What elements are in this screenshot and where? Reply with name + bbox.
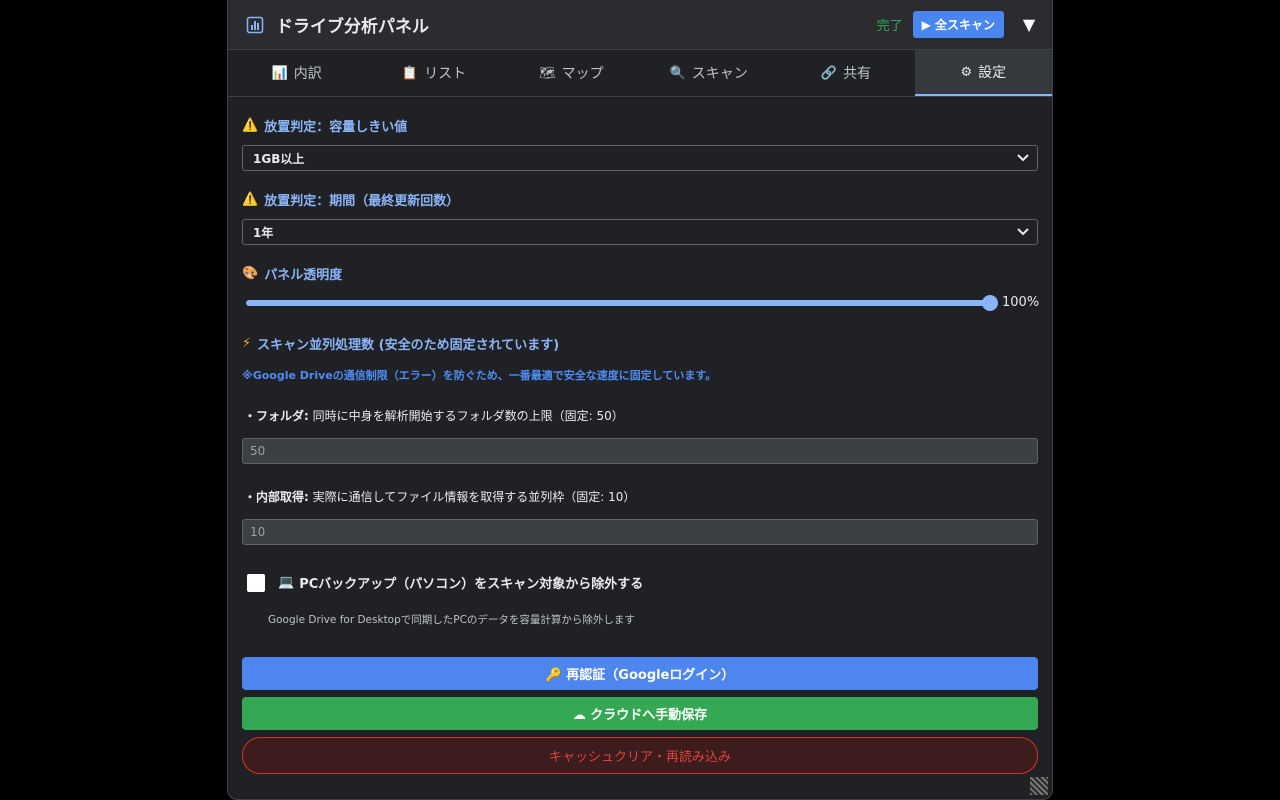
tab-map[interactable]: 🗺 マップ xyxy=(503,50,640,96)
tab-list[interactable]: 📋 リスト xyxy=(365,50,502,96)
internal-limit-label: ・内部取得: 実際に通信してファイル情報を取得する並列枠（固定: 10） xyxy=(244,488,1038,505)
opacity-label: 🎨 パネル透明度 xyxy=(242,264,1038,283)
folder-limit-label-bold: ・フォルダ: xyxy=(244,409,309,423)
concurrency-label-text: スキャン並列処理数 (安全のため固定されています) xyxy=(257,338,560,353)
tab-label: リスト xyxy=(424,66,467,82)
resize-handle[interactable] xyxy=(1030,777,1048,795)
folder-limit-input: 50 xyxy=(242,438,1038,464)
period-label-text: 放置判定：期間（最終更新回数） xyxy=(264,194,460,209)
warning-icon: ⚠️ xyxy=(242,118,259,133)
laptop-icon: 💻 xyxy=(278,575,295,590)
concurrency-label: ⚡ スキャン並列処理数 (安全のため固定されています) xyxy=(242,334,1038,353)
link-icon: 🔗 xyxy=(820,65,838,81)
opacity-value: 100% xyxy=(1002,295,1040,310)
period-value: 1年 xyxy=(253,225,274,240)
panel-header[interactable]: ドライブ分析パネル 完了 ▶ 全スキャン ▼ xyxy=(228,0,1052,50)
size-threshold-label-text: 放置判定：容量しきい値 xyxy=(264,120,408,135)
chart-icon: 📊 xyxy=(271,65,288,81)
folder-limit-label: ・フォルダ: 同時に中身を解析開始するフォルダ数の上限（固定: 50） xyxy=(244,407,1038,424)
tab-label: 共有 xyxy=(843,66,872,82)
period-select[interactable]: 1年 xyxy=(242,219,1038,245)
map-icon: 🗺 xyxy=(539,65,556,81)
exclude-pc-row: 💻 PCバックアップ（パソコン）をスキャン対象から除外する xyxy=(247,573,1038,592)
lightning-icon: ⚡ xyxy=(242,336,252,351)
exclude-pc-hint: Google Drive for Desktopで同期したPCのデータを容量計算… xyxy=(268,614,635,626)
concurrency-note: ※Google Driveの通信制限（エラー）を防ぐため、一番最適で安全な速度に… xyxy=(242,369,717,382)
bar-chart-icon xyxy=(246,16,264,34)
folder-limit-label-rest: 同時に中身を解析開始するフォルダ数の上限（固定: 50） xyxy=(308,409,624,423)
clipboard-icon: 📋 xyxy=(401,65,419,81)
internal-limit-label-bold: ・内部取得: xyxy=(244,490,309,504)
opacity-label-text: パネル透明度 xyxy=(264,268,343,283)
tab-label: マップ xyxy=(561,66,604,82)
gear-icon: ⚙ xyxy=(960,64,973,80)
status-text: 完了 xyxy=(876,19,903,34)
tab-share[interactable]: 🔗 共有 xyxy=(777,50,914,96)
drive-analysis-panel: ドライブ分析パネル 完了 ▶ 全スキャン ▼ 📊 内訳 📋 リスト 🗺 マップ … xyxy=(227,0,1053,800)
tab-scan[interactable]: 🔍 スキャン xyxy=(640,50,777,96)
tab-label: スキャン xyxy=(691,66,748,82)
tab-settings[interactable]: ⚙ 設定 xyxy=(914,50,1052,96)
chevron-down-icon xyxy=(1017,228,1029,236)
chevron-down-icon xyxy=(1017,154,1029,162)
panel-title: ドライブ分析パネル xyxy=(276,17,429,37)
opacity-slider[interactable] xyxy=(246,294,998,311)
full-scan-button[interactable]: ▶ 全スキャン xyxy=(912,11,1004,38)
size-threshold-value: 1GB以上 xyxy=(253,151,305,166)
cloud-save-button[interactable]: ☁ クラウドへ手動保存 xyxy=(242,697,1038,730)
warning-icon: ⚠️ xyxy=(242,192,259,207)
collapse-toggle[interactable]: ▼ xyxy=(1020,15,1038,34)
exclude-pc-label-text: PCバックアップ（パソコン）をスキャン対象から除外する xyxy=(299,577,644,592)
magnifier-icon: 🔍 xyxy=(669,65,686,81)
exclude-pc-label[interactable]: 💻 PCバックアップ（パソコン）をスキャン対象から除外する xyxy=(278,573,643,592)
internal-limit-label-rest: 実際に通信してファイル情報を取得する並列枠（固定: 10） xyxy=(308,490,636,504)
opacity-slider-row: 100% xyxy=(242,294,1040,311)
tab-label: 設定 xyxy=(978,65,1007,81)
reauth-button[interactable]: 🔑 再認証（Googleログイン） xyxy=(242,657,1038,690)
clear-cache-button[interactable]: キャッシュクリア・再読み込み xyxy=(242,737,1038,774)
tab-breakdown[interactable]: 📊 内訳 xyxy=(228,50,365,96)
exclude-pc-checkbox[interactable] xyxy=(247,573,265,592)
palette-icon: 🎨 xyxy=(242,266,259,281)
tab-label: 内訳 xyxy=(293,66,322,82)
size-threshold-select[interactable]: 1GB以上 xyxy=(242,145,1038,171)
size-threshold-label: ⚠️ 放置判定：容量しきい値 xyxy=(242,116,1038,135)
internal-limit-input: 10 xyxy=(242,519,1038,545)
period-label: ⚠️ 放置判定：期間（最終更新回数） xyxy=(242,190,1038,209)
tab-bar: 📊 内訳 📋 リスト 🗺 マップ 🔍 スキャン 🔗 共有 ⚙ 設定 xyxy=(228,50,1052,97)
opacity-slider-thumb[interactable] xyxy=(982,294,998,311)
settings-content: ⚠️ 放置判定：容量しきい値 1GB以上 ⚠️ 放置判定：期間（最終更新回数） … xyxy=(228,116,1052,774)
